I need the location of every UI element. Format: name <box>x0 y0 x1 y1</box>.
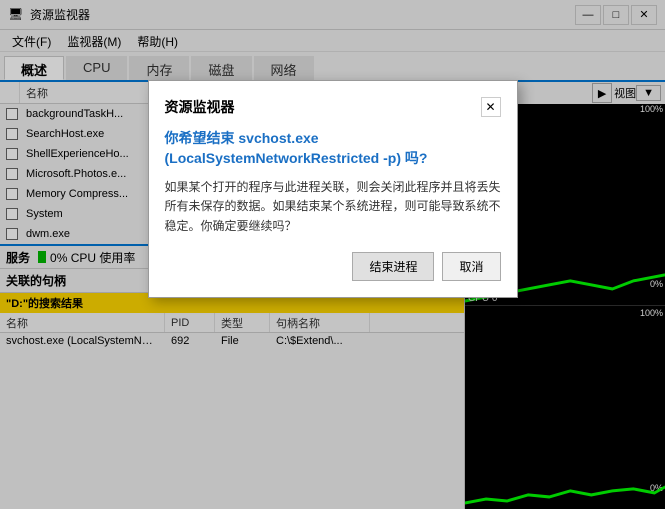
confirm-end-button[interactable]: 结束进程 <box>352 252 434 281</box>
dialog-title-bar: 资源监视器 ✕ <box>165 97 501 117</box>
dialog-title: 资源监视器 <box>165 97 235 117</box>
dialog-buttons: 结束进程 取消 <box>165 252 501 281</box>
cancel-button[interactable]: 取消 <box>442 252 500 281</box>
dialog-heading: 你希望结束 svchost.exe(LocalSystemNetworkRest… <box>165 129 501 168</box>
dialog-overlay: 资源监视器 ✕ 你希望结束 svchost.exe(LocalSystemNet… <box>0 0 665 509</box>
dialog-close-button[interactable]: ✕ <box>481 97 501 117</box>
confirm-dialog: 资源监视器 ✕ 你希望结束 svchost.exe(LocalSystemNet… <box>148 80 518 298</box>
dialog-body: 如果某个打开的程序与此进程关联，则会关闭此程序并且将丢失所有未保存的数据。如果结… <box>165 178 501 236</box>
